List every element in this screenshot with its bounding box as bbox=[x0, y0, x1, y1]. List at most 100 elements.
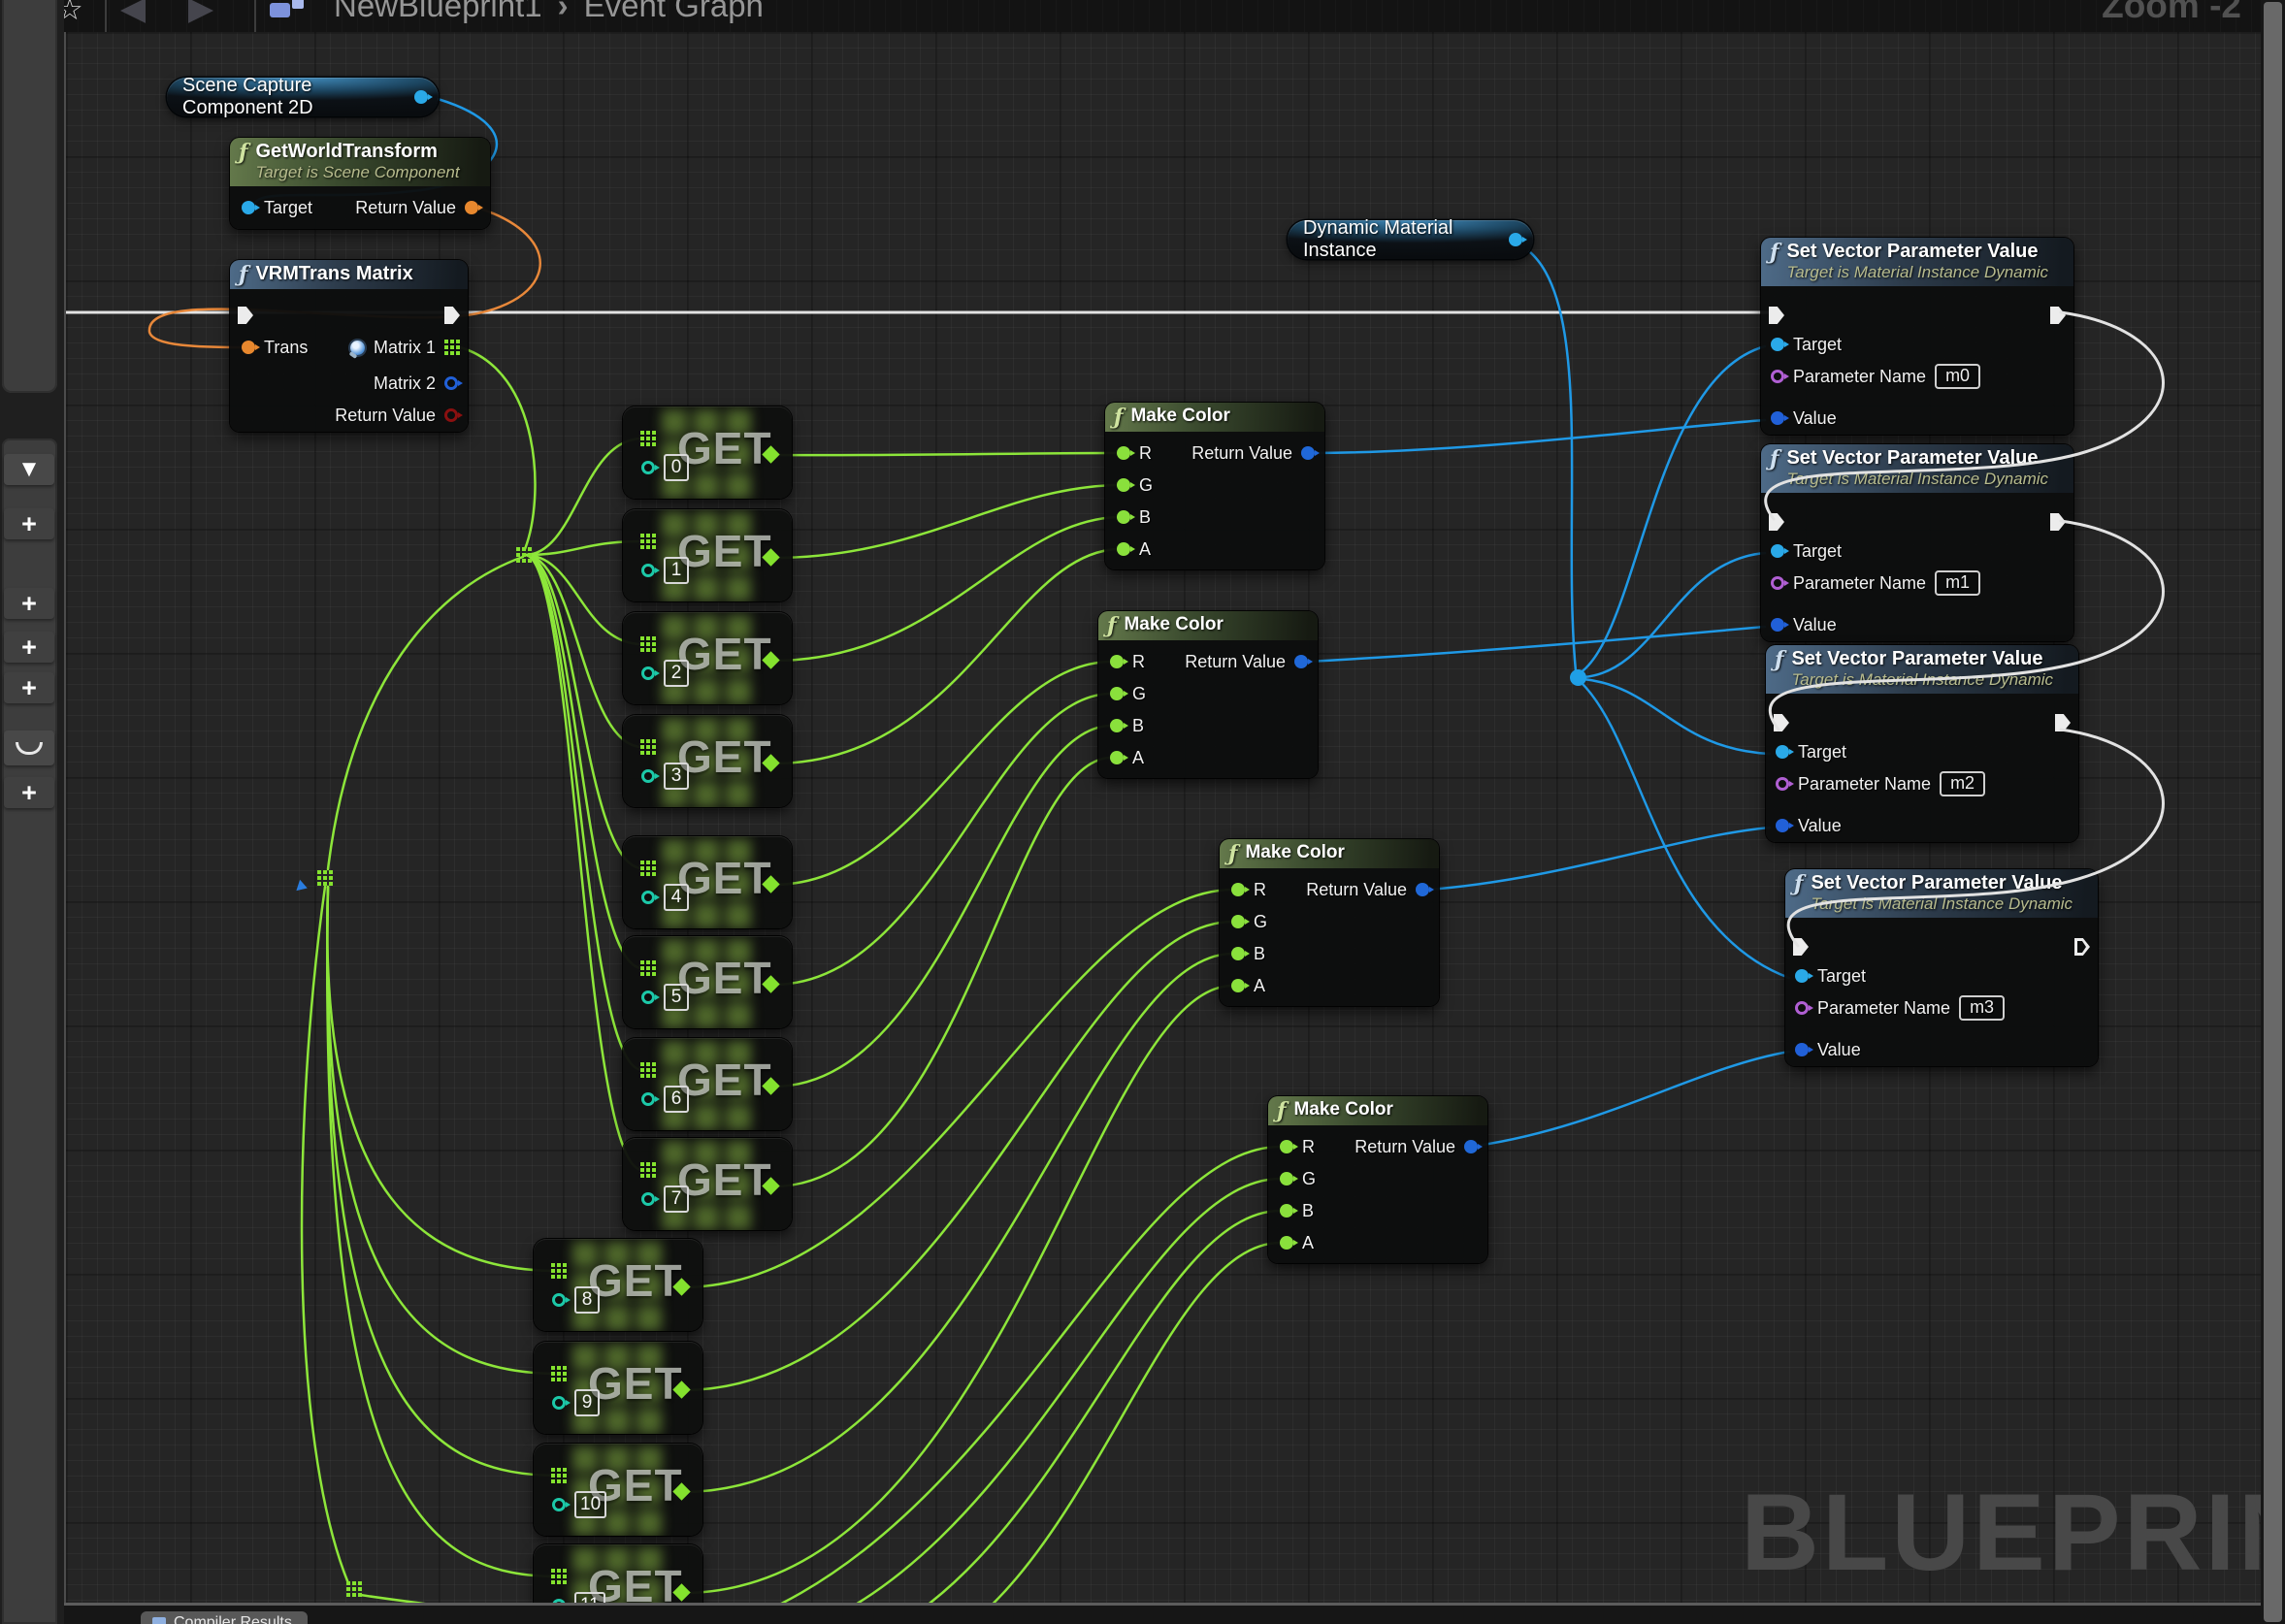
exec-pin[interactable] bbox=[2050, 307, 2066, 324]
node-array-get-9[interactable]: GET9 bbox=[534, 1342, 702, 1434]
dropdown-button[interactable]: ▼ bbox=[4, 454, 54, 485]
pin[interactable] bbox=[444, 408, 458, 422]
node-array-get-3[interactable]: GET3 bbox=[623, 715, 792, 807]
array-pin[interactable] bbox=[640, 1062, 656, 1078]
node-vrmtrans-matrix[interactable]: ƒVRMTrans MatrixTransMatrix 1Matrix 2Ret… bbox=[230, 260, 468, 432]
exec-pin[interactable] bbox=[2050, 513, 2066, 531]
pin[interactable] bbox=[1280, 1172, 1293, 1186]
pin[interactable] bbox=[1509, 233, 1522, 246]
index-input[interactable]: 3 bbox=[664, 763, 689, 790]
pin[interactable] bbox=[552, 1293, 566, 1307]
parameter-name-input[interactable]: m2 bbox=[1940, 771, 1985, 797]
index-input[interactable]: 2 bbox=[664, 660, 689, 687]
add-button[interactable]: + bbox=[4, 777, 54, 808]
pin[interactable] bbox=[1795, 1043, 1809, 1056]
exec-pin[interactable] bbox=[1769, 513, 1784, 531]
node-set-vector-parameter-1[interactable]: ƒSet Vector Parameter ValueTarget is Mat… bbox=[1761, 444, 2073, 641]
index-input[interactable]: 10 bbox=[574, 1491, 606, 1518]
pin[interactable] bbox=[1776, 777, 1789, 791]
breadcrumb-blueprint-name[interactable]: NewBlueprint1 bbox=[334, 0, 542, 24]
pin[interactable] bbox=[1771, 370, 1784, 383]
pin[interactable] bbox=[1294, 655, 1308, 668]
pin[interactable] bbox=[242, 341, 255, 354]
pin[interactable] bbox=[1110, 719, 1124, 732]
pin[interactable] bbox=[1416, 883, 1429, 896]
add-button[interactable]: + bbox=[4, 508, 54, 539]
pin[interactable] bbox=[1771, 411, 1784, 425]
event-graph-canvas[interactable]: BLUEPRINT Scene Capture Component 2DDyna… bbox=[64, 32, 2261, 1603]
pin[interactable] bbox=[1110, 687, 1124, 700]
node-make-color-1[interactable]: ƒMake ColorRGBAReturn Value bbox=[1098, 611, 1318, 778]
pin[interactable] bbox=[641, 461, 655, 474]
pin[interactable] bbox=[641, 891, 655, 904]
node-dynamic-material-instance[interactable]: Dynamic Material Instance bbox=[1288, 220, 1533, 259]
pin[interactable] bbox=[641, 564, 655, 577]
parameter-name-input[interactable]: m0 bbox=[1935, 364, 1980, 390]
pin[interactable] bbox=[1280, 1236, 1293, 1250]
exec-pin[interactable] bbox=[1774, 714, 1789, 731]
node-make-color-0[interactable]: ƒMake ColorRGBAReturn Value bbox=[1105, 403, 1324, 569]
pin[interactable] bbox=[641, 1092, 655, 1106]
pin[interactable] bbox=[1110, 655, 1124, 668]
collapse-arc-icon[interactable] bbox=[4, 731, 54, 765]
parameter-name-input[interactable]: m1 bbox=[1935, 570, 1980, 597]
pin[interactable] bbox=[1117, 446, 1130, 460]
exec-pin[interactable] bbox=[238, 307, 253, 324]
pin[interactable] bbox=[465, 201, 478, 214]
parameter-name-input[interactable]: m3 bbox=[1959, 995, 2005, 1022]
pin[interactable] bbox=[414, 90, 428, 104]
pin[interactable] bbox=[1110, 751, 1124, 764]
add-button[interactable]: + bbox=[4, 588, 54, 619]
array-pin[interactable] bbox=[640, 861, 656, 876]
node-make-color-3[interactable]: ƒMake ColorRGBAReturn Value bbox=[1268, 1096, 1487, 1263]
exec-pin[interactable] bbox=[1769, 307, 1784, 324]
pin[interactable] bbox=[1776, 819, 1789, 832]
pin[interactable] bbox=[1771, 338, 1784, 351]
pin[interactable] bbox=[1771, 618, 1784, 632]
pin[interactable] bbox=[1231, 979, 1245, 992]
pin[interactable] bbox=[1776, 745, 1789, 759]
node-make-color-2[interactable]: ƒMake ColorRGBAReturn Value bbox=[1220, 839, 1439, 1006]
node-array-get-7[interactable]: GET7 bbox=[623, 1138, 792, 1230]
array-pin[interactable] bbox=[551, 1569, 567, 1584]
exec-pin[interactable] bbox=[2055, 714, 2071, 731]
pin[interactable] bbox=[641, 769, 655, 783]
reroute-array-left[interactable] bbox=[317, 870, 333, 886]
array-pin[interactable] bbox=[444, 340, 460, 355]
node-array-get-8[interactable]: GET8 bbox=[534, 1239, 702, 1331]
array-pin[interactable] bbox=[551, 1468, 567, 1483]
index-input[interactable]: 5 bbox=[664, 984, 689, 1011]
tab-compiler-results[interactable]: Compiler Results bbox=[141, 1611, 308, 1624]
pin[interactable] bbox=[641, 991, 655, 1004]
pin[interactable] bbox=[552, 1498, 566, 1511]
add-button[interactable]: + bbox=[4, 632, 54, 663]
array-pin[interactable] bbox=[640, 960, 656, 976]
node-array-get-1[interactable]: GET1 bbox=[623, 509, 792, 601]
array-pin[interactable] bbox=[551, 1263, 567, 1279]
node-set-vector-parameter-3[interactable]: ƒSet Vector Parameter ValueTarget is Mat… bbox=[1785, 869, 2098, 1066]
node-set-vector-parameter-2[interactable]: ƒSet Vector Parameter ValueTarget is Mat… bbox=[1766, 645, 2078, 842]
pin[interactable] bbox=[444, 376, 458, 390]
pin[interactable] bbox=[1231, 947, 1245, 960]
exec-pin[interactable] bbox=[444, 307, 460, 324]
index-input[interactable]: 6 bbox=[664, 1086, 689, 1113]
pin[interactable] bbox=[641, 666, 655, 680]
pin[interactable] bbox=[1301, 446, 1315, 460]
scrollbar-thumb[interactable] bbox=[2264, 2, 2282, 1622]
index-input[interactable]: 9 bbox=[574, 1389, 600, 1416]
array-pin[interactable] bbox=[640, 1162, 656, 1178]
reroute-material-instance[interactable] bbox=[1570, 669, 1586, 686]
pin[interactable] bbox=[1117, 510, 1130, 524]
reroute-array-hub[interactable] bbox=[516, 547, 532, 563]
index-input[interactable]: 1 bbox=[664, 557, 689, 584]
node-array-get-6[interactable]: GET6 bbox=[623, 1038, 792, 1130]
node-scene-capture-component-2d[interactable]: Scene Capture Component 2D bbox=[167, 78, 439, 116]
reroute-array-bottom[interactable] bbox=[346, 1581, 362, 1597]
pin[interactable] bbox=[1117, 478, 1130, 492]
node-get-world-transform[interactable]: ƒGetWorldTransformTarget is Scene Compon… bbox=[230, 138, 490, 229]
array-pin[interactable] bbox=[640, 534, 656, 549]
node-array-get-10[interactable]: GET10 bbox=[534, 1444, 702, 1536]
add-button[interactable]: + bbox=[4, 672, 54, 703]
pin[interactable] bbox=[242, 201, 255, 214]
back-arrow-icon[interactable] bbox=[120, 0, 146, 24]
